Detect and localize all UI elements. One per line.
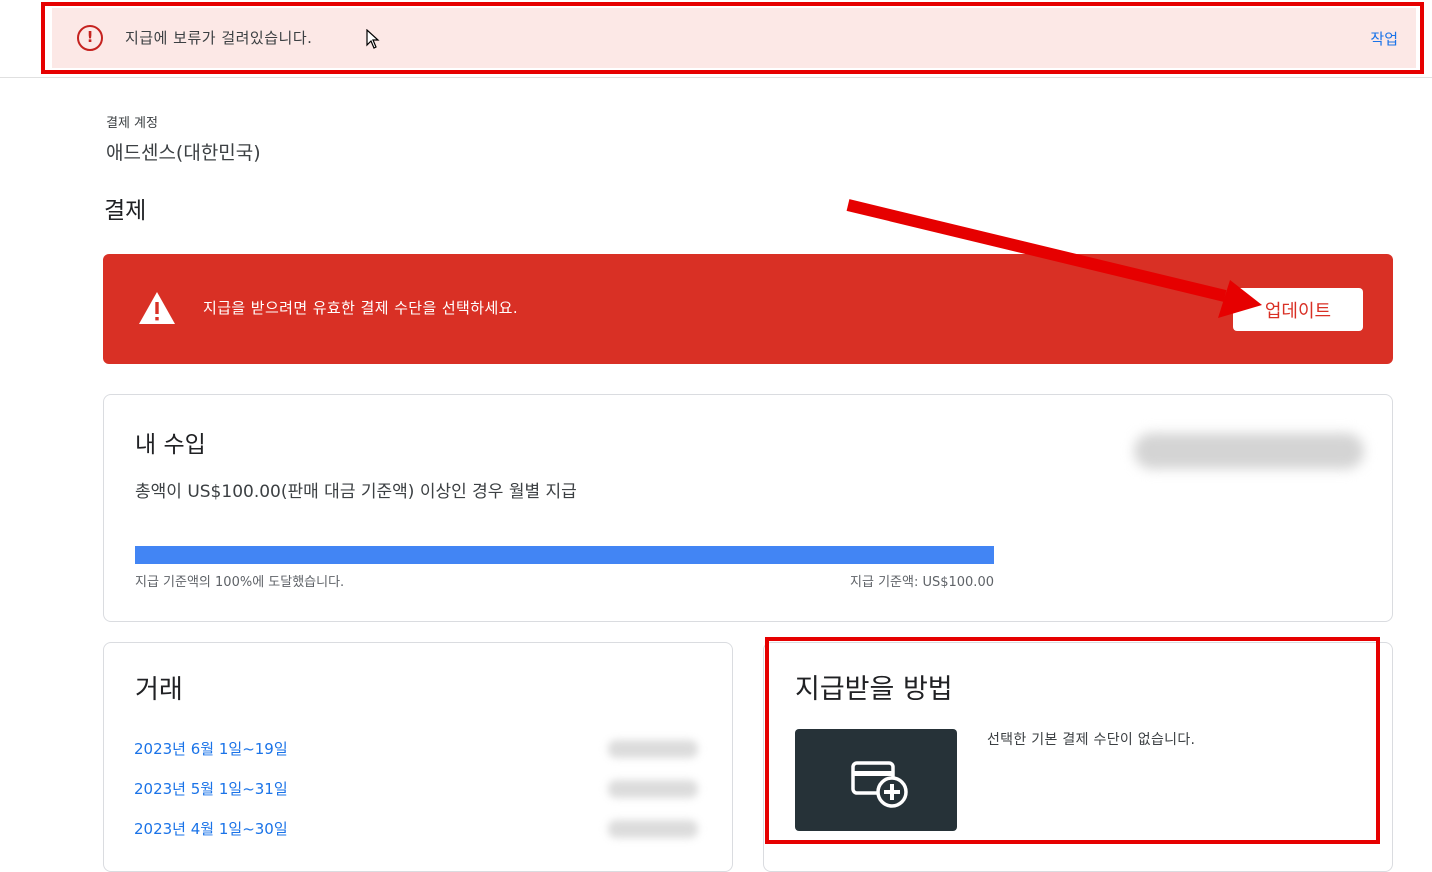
redacted-balance (1134, 433, 1364, 469)
alert-message: 지급을 받으려면 유효한 결제 수단을 선택하세요. (203, 299, 519, 317)
hold-banner-message: 지급에 보류가 걸려있습니다. (125, 29, 313, 47)
transaction-row: 2023년 5월 1일~31일 (134, 778, 704, 802)
hold-banner-action-link[interactable]: 작업 (1370, 28, 1398, 49)
payment-hold-banner: ! 지급에 보류가 걸려있습니다. 작업 (52, 8, 1416, 68)
earnings-description: 총액이 US$100.00(판매 대금 기준액) 이상인 경우 월별 지급 (135, 482, 577, 502)
header-divider (0, 77, 1432, 78)
add-payment-method-button[interactable] (795, 729, 957, 831)
transaction-period-link[interactable]: 2023년 5월 1일~31일 (134, 780, 288, 798)
page-title: 결제 (104, 198, 147, 224)
transaction-row: 2023년 4월 1일~30일 (134, 818, 704, 842)
transactions-title: 거래 (135, 675, 183, 705)
payment-method-card: 지급받을 방법 선택한 기본 결제 수단이 없습니다. (763, 642, 1393, 872)
redacted-amount (608, 780, 698, 798)
redacted-amount (608, 820, 698, 838)
payment-method-alert: 지급을 받으려면 유효한 결제 수단을 선택하세요. 업데이트 (103, 254, 1393, 364)
transaction-period-link[interactable]: 2023년 4월 1일~30일 (134, 820, 288, 838)
progress-fill (135, 546, 994, 564)
transaction-period-link[interactable]: 2023년 6월 1일~19일 (134, 740, 288, 758)
error-circle-icon: ! (77, 25, 103, 51)
payment-method-title: 지급받을 방법 (795, 674, 953, 705)
mouse-cursor-icon (366, 29, 380, 49)
earnings-card: 내 수입 총액이 US$100.00(판매 대금 기준액) 이상인 경우 월별 … (103, 394, 1393, 622)
add-payment-card-icon (851, 761, 908, 808)
progress-right-label: 지급 기준액: US$100.00 (850, 575, 994, 590)
no-payment-method-text: 선택한 기본 결제 수단이 없습니다. (987, 732, 1196, 748)
redacted-amount (608, 740, 698, 758)
payment-threshold-progress-bar (135, 546, 994, 564)
update-button[interactable]: 업데이트 (1233, 288, 1363, 331)
account-label: 결제 계정 (106, 116, 158, 131)
warning-triangle-icon (139, 292, 175, 324)
progress-left-label: 지급 기준액의 100%에 도달했습니다. (135, 575, 345, 590)
earnings-title: 내 수입 (135, 432, 206, 458)
transaction-row: 2023년 6월 1일~19일 (134, 738, 704, 762)
transactions-card: 거래 2023년 6월 1일~19일 2023년 5월 1일~31일 2023년… (103, 642, 733, 872)
account-name: 애드센스(대한민국) (106, 142, 261, 164)
